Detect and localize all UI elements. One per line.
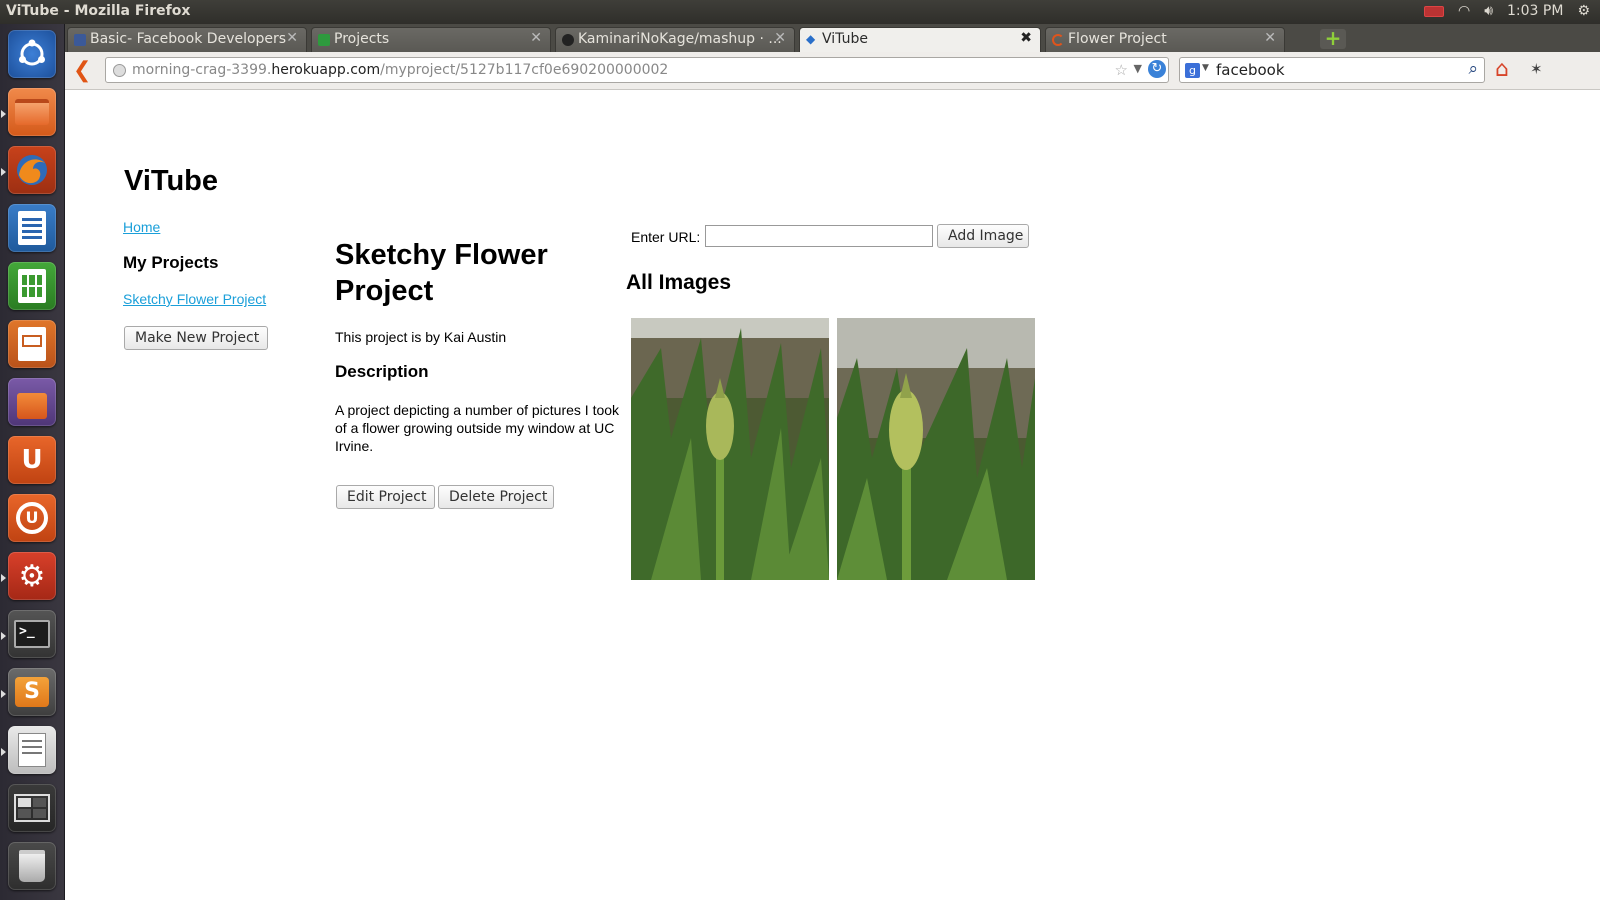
flower-photo-2[interactable] [837, 318, 1035, 580]
vitube-favicon-icon: ◆ [806, 32, 816, 46]
text-editor-icon[interactable] [8, 726, 56, 774]
tab-projects[interactable]: Projects ✕ [311, 27, 551, 52]
launcher: U U ⚙ >_ S [0, 24, 65, 900]
calc-icon[interactable] [8, 262, 56, 310]
all-images-heading: All Images [626, 271, 732, 294]
my-projects-heading: My Projects [123, 253, 219, 272]
top-panel: ViTube - Mozilla Firefox ◠ 🔊︎ 1:03 PM ⚙ [0, 0, 1600, 24]
back-arrow-icon[interactable]: ❮ [73, 58, 91, 83]
impress-icon[interactable] [8, 320, 56, 368]
search-icon[interactable]: ⌕ [1468, 59, 1478, 79]
site-title: ViTube [124, 165, 218, 197]
sketchy-flower-project-link[interactable]: Sketchy Flower Project [123, 291, 266, 307]
search-value: facebook [1216, 61, 1285, 79]
close-tab-icon[interactable]: ✕ [286, 30, 298, 46]
software-center-icon[interactable] [8, 378, 56, 426]
tab-label: Basic- Facebook Developers [90, 31, 287, 47]
delete-project-button[interactable]: Delete Project [438, 485, 554, 509]
ubuntu-dash-icon[interactable] [8, 30, 56, 78]
system-settings-icon[interactable]: ⚙ [8, 552, 56, 600]
image-url-input[interactable] [705, 225, 933, 247]
close-tab-icon[interactable]: ✕ [530, 30, 542, 46]
project-title: Sketchy Flower Project [335, 239, 548, 307]
url-path: /myproject/5127b117cf0e690200000002 [380, 62, 669, 78]
session-gear-icon[interactable]: ⚙ [1577, 3, 1590, 19]
tab-label: ViTube [822, 31, 868, 47]
url-host: herokuapp.com [271, 62, 381, 78]
close-tab-icon[interactable]: ✕ [1264, 30, 1276, 46]
tab-github-mashup[interactable]: KaminariNoKage/mashup · ... ✕ [555, 27, 795, 52]
facebook-icon [74, 34, 86, 46]
engine-dropdown-icon[interactable]: ▼ [1202, 63, 1209, 73]
wifi-icon[interactable]: ◠ [1458, 3, 1470, 19]
make-new-project-button[interactable]: Make New Project [124, 326, 268, 350]
addon-icon[interactable]: ✶ [1530, 60, 1543, 78]
description-heading: Description [335, 362, 429, 381]
terminal-icon[interactable]: >_ [8, 610, 56, 658]
github-icon [562, 34, 574, 46]
files-icon[interactable] [8, 88, 56, 136]
window-title: ViTube - Mozilla Firefox [6, 3, 191, 19]
enter-url-label: Enter URL: [631, 229, 701, 245]
google-engine-icon[interactable]: g [1185, 63, 1200, 78]
tab-label: Projects [334, 31, 390, 47]
add-image-button[interactable]: Add Image [937, 224, 1029, 248]
firefox-icon[interactable] [8, 146, 56, 194]
edit-project-button[interactable]: Edit Project [336, 485, 435, 509]
home-icon[interactable]: ⌂ [1495, 57, 1509, 82]
tab-vitube[interactable]: ◆ ViTube ✖ [799, 27, 1041, 53]
search-bar[interactable]: g ▼ facebook ⌕ [1179, 57, 1485, 83]
trash-icon[interactable] [8, 842, 56, 890]
navigation-toolbar: ❮ morning-crag-3399.herokuapp.com/myproj… [65, 52, 1600, 90]
new-tab-button[interactable]: + [1320, 28, 1346, 49]
url-prefix: morning-crag-3399. [132, 62, 272, 78]
tab-bar: Basic- Facebook Developers ✕ Projects ✕ … [65, 24, 1600, 53]
indicator-area: ◠ 🔊︎ 1:03 PM ⚙ [1423, 3, 1590, 19]
history-dropdown-icon[interactable]: ▼ [1134, 62, 1142, 75]
page-content: ViTube Home My Projects Sketchy Flower P… [65, 90, 1600, 900]
close-tab-icon[interactable]: ✕ [774, 30, 786, 46]
ubuntu-one-music-icon[interactable]: U [8, 494, 56, 542]
address-bar[interactable]: morning-crag-3399.herokuapp.com/myprojec… [105, 57, 1169, 83]
loading-spinner-icon [1052, 34, 1064, 46]
tab-label: Flower Project [1068, 31, 1167, 47]
workspace-switcher-icon[interactable] [8, 784, 56, 832]
tab-facebook-developers[interactable]: Basic- Facebook Developers ✕ [67, 27, 307, 52]
writer-icon[interactable] [8, 204, 56, 252]
project-byline: This project is by Kai Austin [335, 329, 507, 345]
site-identity-icon[interactable] [113, 64, 126, 77]
sublime-text-icon[interactable]: S [8, 668, 56, 716]
home-link[interactable]: Home [123, 219, 160, 235]
battery-icon[interactable] [1423, 5, 1444, 17]
reload-icon[interactable]: ↻ [1148, 60, 1166, 78]
clock[interactable]: 1:03 PM [1507, 3, 1563, 19]
project-description: A project depicting a number of pictures… [335, 402, 620, 454]
tab-flower-project[interactable]: Flower Project ✕ [1045, 27, 1285, 52]
bookmark-star-icon[interactable]: ☆ [1115, 61, 1128, 79]
ubuntu-one-icon[interactable]: U [8, 436, 56, 484]
spreadsheet-icon [318, 34, 330, 46]
close-tab-icon[interactable]: ✖ [1020, 30, 1032, 46]
tab-label: KaminariNoKage/mashup · ... [578, 31, 782, 47]
flower-photo-1[interactable] [631, 318, 829, 580]
volume-icon[interactable]: 🔊︎ [1484, 3, 1493, 19]
